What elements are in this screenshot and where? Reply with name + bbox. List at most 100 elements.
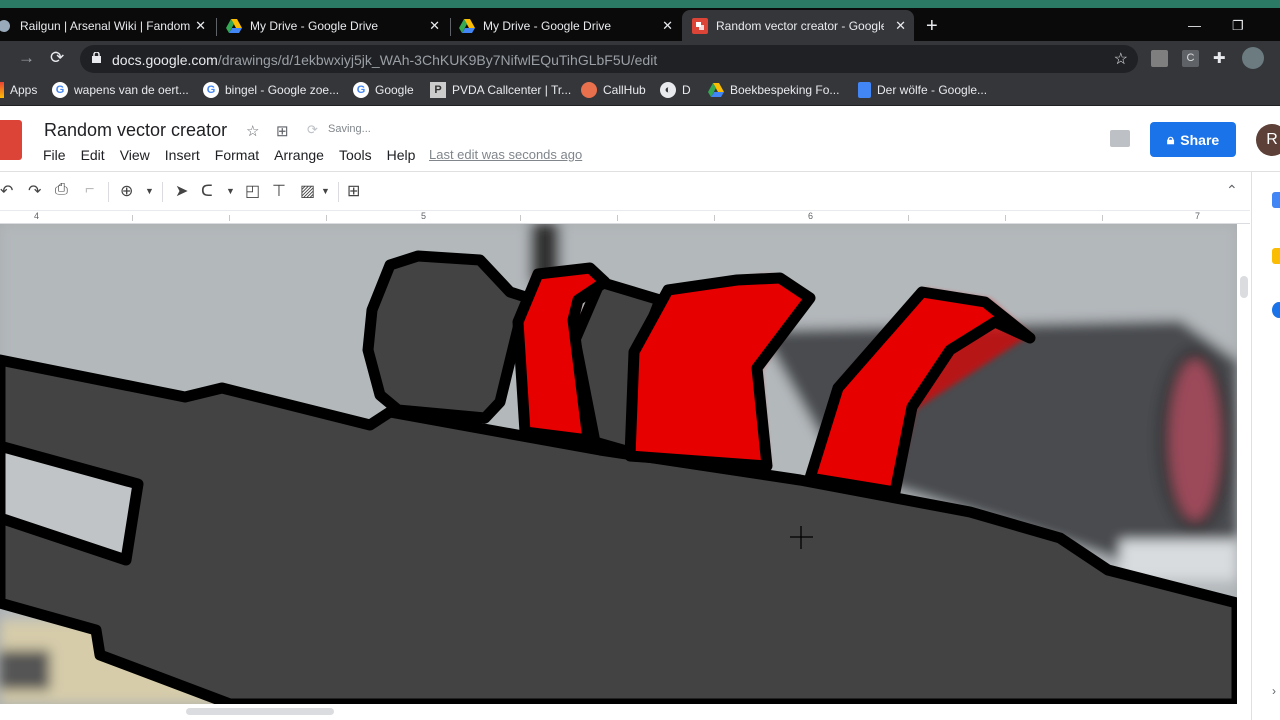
undo-icon[interactable]: ↶ — [0, 181, 13, 201]
calendar-icon[interactable] — [1272, 192, 1280, 208]
text-box-icon[interactable]: ⊤ — [272, 181, 286, 201]
bookmark-label: bingel - Google zoe... — [225, 83, 340, 97]
tab-my-drive-2[interactable]: My Drive - Google Drive ✕ — [459, 10, 681, 41]
tab-separator — [450, 18, 451, 36]
bookmark-wapens[interactable]: Gwapens van de oert... — [52, 82, 189, 98]
document-title[interactable]: Random vector creator — [44, 120, 227, 141]
drawing-canvas[interactable] — [0, 224, 1237, 704]
google-icon: G — [203, 82, 219, 98]
extensions-puzzle-icon[interactable]: ✚ — [1213, 50, 1230, 67]
drawing-svg — [0, 224, 1237, 704]
menu-format[interactable]: Format — [215, 147, 259, 163]
google-drive-icon — [459, 18, 475, 34]
menu-bar: File Edit View Insert Format Arrange Too… — [43, 147, 430, 163]
tab-title: Railgun | Arsenal Wiki | Fandom — [20, 18, 191, 33]
tab-railgun[interactable]: Railgun | Arsenal Wiki | Fandom ✕ — [0, 10, 214, 41]
tab-title: Random vector creator - Google — [716, 18, 884, 33]
bookmark-label: wapens van de oert... — [74, 83, 189, 97]
zoom-dropdown-icon[interactable]: ▼ — [145, 186, 154, 196]
toolbar-separator — [108, 182, 109, 202]
account-avatar[interactable]: R — [1256, 124, 1280, 156]
print-icon[interactable]: ⎙ — [55, 181, 68, 199]
select-arrow-icon[interactable]: ➤ — [175, 181, 188, 201]
bookmark-label: Google — [375, 83, 414, 97]
expand-panel-icon[interactable]: › — [1272, 684, 1276, 698]
menu-view[interactable]: View — [120, 147, 150, 163]
extension-icon[interactable] — [1151, 50, 1168, 67]
minimize-button[interactable]: — — [1188, 18, 1201, 33]
bookmark-bingel[interactable]: Gbingel - Google zoe... — [203, 82, 339, 98]
paint-format-icon[interactable]: ⌐ — [85, 181, 94, 199]
url-text[interactable]: docs.google.com/drawings/d/1ekbwxiyj5jk_… — [112, 52, 657, 68]
menu-insert[interactable]: Insert — [165, 147, 200, 163]
ruler-tick — [1102, 215, 1103, 221]
share-label: Share — [1180, 131, 1220, 148]
forward-button[interactable]: → — [18, 48, 35, 68]
move-to-folder-icon[interactable]: ⊞ — [276, 122, 289, 140]
vertical-scrollbar[interactable] — [1237, 224, 1251, 704]
google-docs-icon — [858, 82, 871, 98]
horizontal-scrollbar[interactable] — [0, 704, 1250, 720]
sync-icon: ⟳ — [307, 122, 318, 137]
tab-random-vector-creator[interactable]: Random vector creator - Google ✕ — [682, 10, 914, 41]
apps-grid-icon — [0, 82, 4, 98]
line-tool-icon[interactable]: ᑕ — [201, 181, 213, 201]
google-drawings-logo[interactable] — [0, 120, 22, 160]
line-dropdown-icon[interactable]: ▼ — [226, 186, 235, 196]
extension-c-icon[interactable]: C — [1182, 50, 1199, 67]
vertical-scroll-thumb[interactable] — [1240, 276, 1248, 298]
browser-tab-bar: Railgun | Arsenal Wiki | Fandom ✕ My Dri… — [0, 8, 1280, 41]
redo-icon[interactable]: ↷ — [28, 181, 41, 201]
restore-button[interactable]: ❐ — [1232, 18, 1244, 34]
zoom-icon[interactable]: ⊕ — [120, 181, 133, 201]
bookmark-der-wolfe[interactable]: Der wölfe - Google... — [858, 82, 987, 98]
callhub-icon — [581, 82, 597, 98]
bookmark-star-icon[interactable]: ☆ — [1114, 49, 1128, 69]
bookmark-callhub[interactable]: CallHub — [581, 82, 646, 98]
omnibox[interactable]: docs.google.com/drawings/d/1ekbwxiyj5jk_… — [80, 45, 1138, 73]
last-edit-link[interactable]: Last edit was seconds ago — [429, 147, 582, 162]
url-path: /drawings/d/1ekbwxiyj5jk_WAh-3ChKUK9By7N… — [217, 52, 658, 68]
ruler-tick — [520, 215, 521, 221]
reload-button[interactable]: ⟳ — [50, 48, 64, 68]
menu-file[interactable]: File — [43, 147, 66, 163]
star-icon[interactable]: ☆ — [246, 122, 259, 140]
menu-help[interactable]: Help — [387, 147, 416, 163]
image-icon[interactable]: ▨ — [300, 181, 315, 201]
side-panel: › — [1251, 172, 1280, 720]
horizontal-scroll-thumb[interactable] — [186, 708, 334, 715]
collapse-menus-icon[interactable]: ⌃ — [1226, 182, 1238, 199]
bookmark-label: CallHub — [603, 83, 646, 97]
ruler-label: 7 — [1195, 211, 1201, 221]
pvda-icon: P — [430, 82, 446, 98]
bookmark-boekbespeking[interactable]: Boekbespeking Fo... — [708, 82, 839, 98]
tab-title: My Drive - Google Drive — [250, 18, 379, 33]
close-icon[interactable]: ✕ — [895, 18, 906, 34]
keep-icon[interactable] — [1272, 248, 1280, 264]
close-icon[interactable]: ✕ — [662, 18, 673, 34]
ruler-tick — [908, 215, 909, 221]
menu-edit[interactable]: Edit — [81, 147, 105, 163]
bookmark-pvda[interactable]: P PVDA Callcenter | Tr... — [430, 82, 571, 98]
image-dropdown-icon[interactable]: ▼ — [321, 186, 330, 196]
tab-my-drive[interactable]: My Drive - Google Drive ✕ — [226, 10, 448, 41]
save-status: Saving... — [328, 123, 371, 135]
menu-tools[interactable]: Tools — [339, 147, 372, 163]
fandom-icon — [0, 18, 12, 34]
new-tab-button[interactable]: + — [926, 15, 938, 38]
profile-avatar-icon[interactable] — [1242, 47, 1264, 69]
toolbar-separator — [162, 182, 163, 202]
bookmark-apps[interactable]: Apps — [0, 82, 37, 98]
horizontal-ruler[interactable]: 4 5 6 7 — [0, 210, 1250, 224]
close-icon[interactable]: ✕ — [195, 18, 206, 34]
bookmark-google[interactable]: G Google — [353, 82, 414, 98]
share-button[interactable]: 🔒︎ Share — [1150, 122, 1236, 157]
google-icon: G — [353, 82, 369, 98]
tasks-icon[interactable] — [1272, 302, 1280, 318]
bookmark-d[interactable]: ◐ D — [660, 82, 691, 98]
menu-arrange[interactable]: Arrange — [274, 147, 324, 163]
close-icon[interactable]: ✕ — [429, 18, 440, 34]
shape-tool-icon[interactable]: ◰ — [245, 181, 260, 201]
add-comment-icon[interactable]: ⊞ — [347, 181, 360, 201]
comments-icon[interactable] — [1110, 130, 1130, 147]
